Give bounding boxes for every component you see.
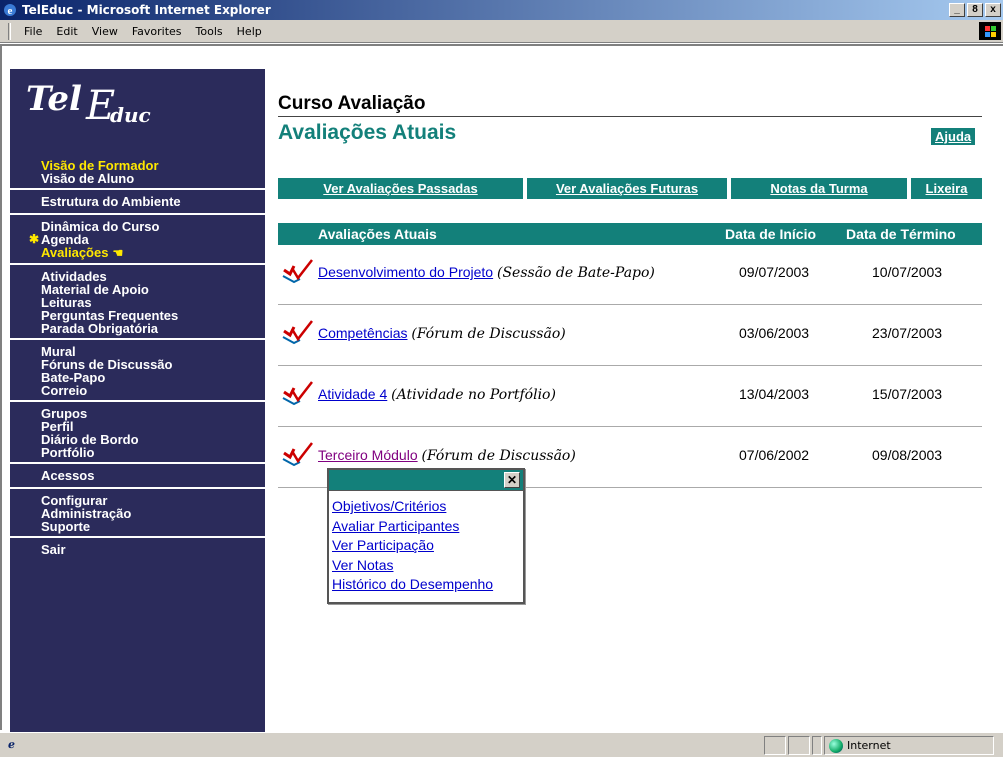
sidebar-item-acessos[interactable]: Acessos [10,469,265,482]
sidebar-item-portfolio[interactable]: Portfólio [10,446,265,459]
nav-group-config: Configurar Administração Suporte [10,489,265,538]
evaluation-type: (Fórum de Discussão) [411,326,566,342]
evaluation-check-icon [282,259,313,284]
windows-logo-icon [979,22,1001,40]
menu-tools[interactable]: Tools [189,23,230,40]
end-date: 15/07/2003 [872,386,943,402]
pointing-hand-icon: ☚ [112,246,124,260]
table-header: Avaliações Atuais Data de Início Data de… [278,223,982,245]
start-date: 07/06/2002 [739,447,810,463]
evaluation-link[interactable]: Competências [318,325,408,341]
popup-link-ver-notas[interactable]: Ver Notas [332,556,523,576]
browser-viewport: Tel E duc Visão de Formador Visão de Alu… [0,44,1003,732]
evaluation-check-icon [282,320,313,345]
table-row: Atividade 4 (Atividade no Portfólio) 13/… [278,367,982,427]
column-header-inicio: Data de Início [725,226,817,242]
svg-text:e: e [8,5,13,17]
tab-avaliacoes-passadas[interactable]: Ver Avaliações Passadas [278,178,523,199]
window-title-bar: e TelEduc - Microsoft Internet Explorer … [0,0,1003,20]
nav-group-atividades: Atividades Material de Apoio Leituras Pe… [10,265,265,340]
nav-group-comunicacao: Mural Fóruns de Discussão Bate-Papo Corr… [10,340,265,402]
menu-help[interactable]: Help [230,23,269,40]
status-cell [764,736,786,755]
evaluation-link[interactable]: Terceiro Módulo [318,447,418,463]
start-date: 13/04/2003 [739,386,810,402]
sidebar-item-suporte[interactable]: Suporte [10,520,265,533]
sidebar: Tel E duc Visão de Formador Visão de Alu… [10,69,265,732]
evaluation-link[interactable]: Desenvolvimento do Projeto [318,264,493,280]
menu-bar: File Edit View Favorites Tools Help [0,20,1003,43]
tab-lixeira[interactable]: Lixeira [911,178,982,199]
column-header-avaliacoes: Avaliações Atuais [318,226,437,242]
status-bar: ℯ Internet [0,732,1003,757]
end-date: 10/07/2003 [872,264,943,280]
end-date: 09/08/2003 [872,447,943,463]
nav-group-acessos: Acessos [10,464,265,489]
nav-group-sair: Sair [10,538,265,556]
close-button[interactable]: x [985,3,1001,17]
sidebar-item-sair[interactable]: Sair [10,543,265,556]
nav-group-view: Visão de Formador Visão de Aluno [10,157,265,190]
table-row: Competências (Fórum de Discussão) 03/06/… [278,306,982,366]
start-date: 03/06/2003 [739,325,810,341]
popup-link-historico[interactable]: Histórico do Desempenho [332,575,523,595]
sidebar-item-parada[interactable]: Parada Obrigatória [10,322,265,335]
tab-avaliacoes-futuras[interactable]: Ver Avaliações Futuras [527,178,727,199]
popup-link-avaliar-participantes[interactable]: Avaliar Participantes [332,517,523,537]
evaluation-options-popup: ✕ Objetivos/Critérios Avaliar Participan… [327,468,525,604]
globe-icon [829,738,843,753]
nav-group-grupos: Grupos Perfil Diário de Bordo Portfólio [10,402,265,464]
new-star-icon: ✱ [29,232,40,246]
evaluation-type: (Atividade no Portfólio) [391,387,556,403]
evaluation-check-icon [282,442,313,467]
maximize-button[interactable]: 8 [967,3,983,17]
popup-header: ✕ [329,470,523,491]
evaluation-check-icon [282,381,313,406]
nav-group-estrutura: Estrutura do Ambiente [10,190,265,215]
start-date: 09/07/2003 [739,264,810,280]
sidebar-item-visao-aluno[interactable]: Visão de Aluno [10,172,265,185]
page-title: Avaliações Atuais [278,121,457,144]
sidebar-item-avaliacoes[interactable]: Avaliações ☚ [10,246,265,260]
internet-explorer-icon: e [4,4,16,17]
evaluation-type: (Fórum de Discussão) [421,448,576,464]
toolbar-grip [8,22,11,40]
tab-bar: Ver Avaliações Passadas Ver Avaliações F… [278,178,982,199]
evaluation-type: (Sessão de Bate-Papo) [497,265,655,281]
zone-label: Internet [847,739,891,752]
sidebar-item-correio[interactable]: Correio [10,384,265,397]
menu-file[interactable]: File [17,23,49,40]
title-divider [278,116,982,117]
minimize-button[interactable]: _ [949,3,965,17]
table-row: Desenvolvimento do Projeto (Sessão de Ba… [278,245,982,305]
sidebar-nav: Visão de Formador Visão de Aluno Estrutu… [10,157,265,556]
menu-edit[interactable]: Edit [49,23,84,40]
page-icon: ℯ [8,738,15,751]
status-cell [812,736,822,755]
status-cell [788,736,810,755]
menu-view[interactable]: View [85,23,125,40]
column-header-termino: Data de Término [846,226,956,242]
popup-link-ver-participacao[interactable]: Ver Participação [332,536,523,556]
evaluation-link[interactable]: Atividade 4 [318,386,387,402]
popup-link-objetivos[interactable]: Objetivos/Critérios [332,497,523,517]
security-zone: Internet [824,736,994,755]
menu-favorites[interactable]: Favorites [125,23,189,40]
course-title: Curso Avaliação [278,93,426,114]
help-button[interactable]: Ajuda [931,128,976,145]
window-title: TelEduc - Microsoft Internet Explorer [22,3,271,17]
nav-group-dinamica: Dinâmica do Curso ✱ Agenda Avaliações ☚ [10,215,265,265]
sidebar-item-estrutura[interactable]: Estrutura do Ambiente [10,195,265,208]
end-date: 23/07/2003 [872,325,943,341]
close-icon[interactable]: ✕ [504,472,520,488]
tab-notas-turma[interactable]: Notas da Turma [731,178,907,199]
